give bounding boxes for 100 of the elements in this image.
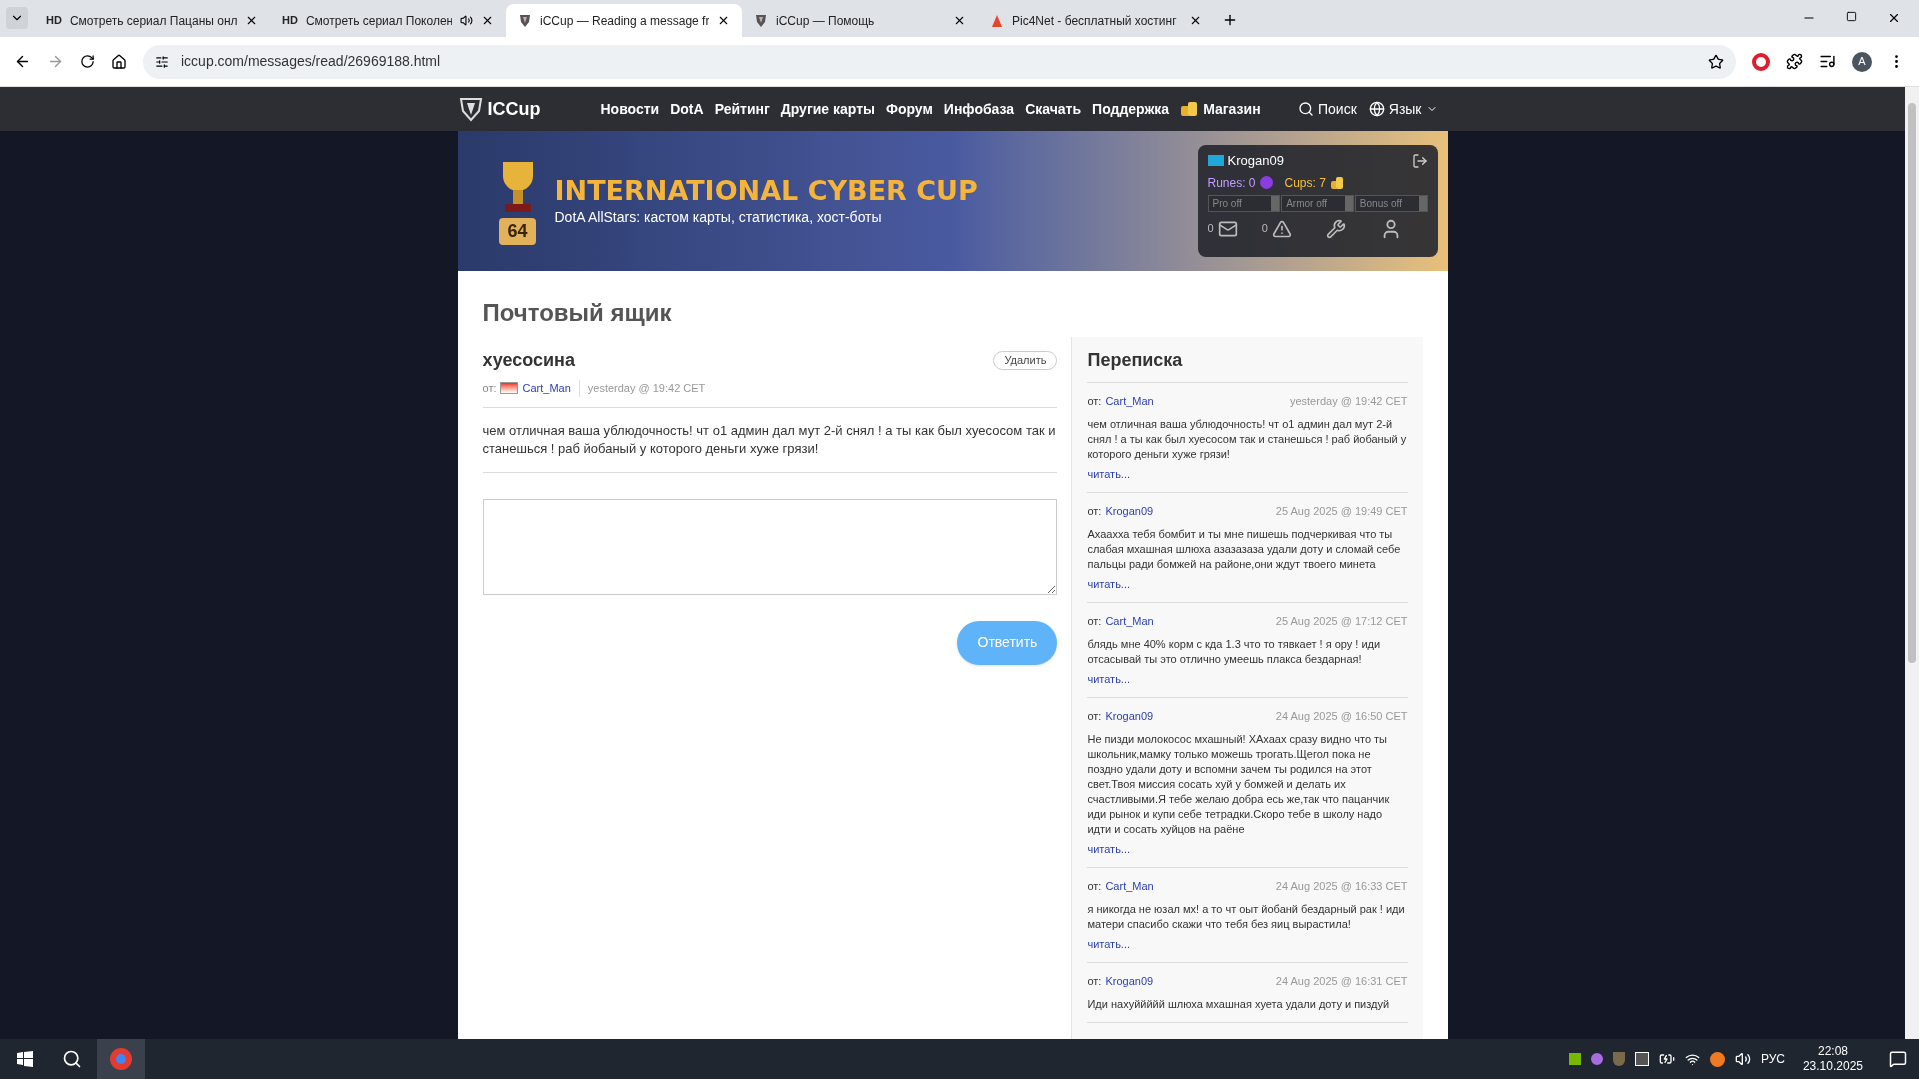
sender-link[interactable]: Cart_Man <box>522 380 571 397</box>
nav-link[interactable]: Поддержка <box>1092 98 1170 120</box>
sender-link[interactable]: Cart_Man <box>1105 393 1154 410</box>
sender-link[interactable]: Cart_Man <box>1105 613 1154 630</box>
from-label: от: <box>482 381 497 396</box>
globe-icon <box>1368 101 1385 117</box>
browser-tab[interactable]: iCCup — Помощь <box>742 4 978 37</box>
language-indicator[interactable]: РУС <box>1760 1050 1785 1068</box>
read-more-link[interactable]: читать... <box>1087 935 1408 952</box>
nav-link[interactable]: Скачать <box>1025 98 1082 120</box>
keyboard-icon[interactable] <box>1634 1052 1649 1066</box>
nav-link[interactable]: DotA <box>670 98 704 120</box>
sender-link[interactable]: Krogan09 <box>1105 503 1154 520</box>
warnings-count: 0 <box>1261 221 1268 237</box>
from-label: от: <box>1087 974 1102 989</box>
shield-icon <box>754 13 768 28</box>
windows-icon[interactable] <box>17 1051 33 1067</box>
wifi-icon[interactable] <box>1684 1051 1700 1067</box>
sender-link[interactable]: Cart_Man <box>1105 878 1154 895</box>
new-tab-icon[interactable] <box>1222 12 1238 28</box>
close-icon[interactable] <box>1189 14 1202 27</box>
close-icon[interactable] <box>717 14 730 27</box>
address-bar[interactable]: iccup.com/messages/read/26969188.html <box>143 44 1736 79</box>
home-icon[interactable] <box>111 53 127 70</box>
message-preview: я никогда не юзал мх! а то чт оыт йобанй бездарный рак ! иди матери спасибо скажи что тебя без яиц вырастила! <box>1087 901 1406 932</box>
bookmark-icon[interactable] <box>1708 53 1724 70</box>
site-settings-icon[interactable] <box>155 54 169 69</box>
volume-icon[interactable] <box>1734 1051 1751 1067</box>
coins-icon <box>1180 101 1199 117</box>
language-button[interactable]: Язык <box>1368 98 1438 120</box>
scrollbar[interactable] <box>1905 87 1919 1039</box>
nav-link[interactable]: Другие карты <box>780 98 875 120</box>
message-time: yesterday @ 19:42 CET <box>1289 394 1408 409</box>
banner-title: INTERNATIONAL CYBER CUP <box>554 173 978 208</box>
close-icon[interactable] <box>953 14 966 27</box>
gpu-icon[interactable] <box>1568 1053 1581 1065</box>
toggle-switch[interactable]: Armor off <box>1281 194 1354 212</box>
browser-tab[interactable]: HD Смотреть сериал Поколен <box>270 4 506 37</box>
clock-time[interactable]: 22:08 <box>1817 1044 1848 1059</box>
notifications-icon[interactable] <box>1889 1050 1907 1068</box>
tab-title: iCCup — Помощь <box>776 12 876 30</box>
coins-icon <box>1329 176 1343 189</box>
browser-tab[interactable]: iCCup — Reading a message fr <box>506 4 742 37</box>
url-text: iccup.com/messages/read/26969188.html <box>181 52 441 71</box>
app-tray-icon[interactable] <box>1709 1051 1725 1067</box>
tab-label: HD <box>46 13 62 29</box>
read-more-link[interactable]: читать... <box>1087 840 1408 857</box>
message-preview: Не пизди молокосос мхашный! ХАхаах сразу видно что ты школьник,мамку только можешь трогать.Щегол пока не поздно удали доту и вспомни зачем ты родился на этот свет.Твоя миссия сосать хуй у бомжей и делать их счастливыми.Я тебе желаю добра есь же,так что пацанчик иди рынок и купи себе тетрадки.Скоро тебе в школу надо идти и сосать хуйцов на раёне <box>1087 731 1391 837</box>
speaker-icon[interactable] <box>460 14 473 27</box>
tab-list-button[interactable] <box>6 7 28 29</box>
read-more-link[interactable]: читать... <box>1087 670 1408 687</box>
clock-date[interactable]: 23.10.2025 <box>1802 1059 1863 1074</box>
nav-link[interactable]: Новости <box>600 98 660 120</box>
wrench-icon[interactable] <box>1325 218 1346 239</box>
close-icon[interactable] <box>481 14 494 27</box>
forward-icon[interactable] <box>47 53 64 70</box>
reply-field[interactable] <box>482 498 1058 595</box>
opera-icon[interactable] <box>1752 52 1770 71</box>
toggle-switch[interactable]: Pro off <box>1207 194 1281 212</box>
flame-icon <box>990 13 1004 28</box>
close-icon[interactable] <box>1887 11 1901 25</box>
browser-tab[interactable]: HD Смотреть сериал Пацаны онл <box>34 4 270 37</box>
profile-avatar[interactable]: A <box>1852 51 1872 72</box>
back-icon[interactable] <box>14 53 31 70</box>
search-icon[interactable] <box>62 1049 82 1069</box>
restore-icon[interactable] <box>1846 11 1857 22</box>
read-more-link[interactable]: читать... <box>1087 575 1408 592</box>
shield-icon[interactable] <box>1612 1052 1625 1066</box>
tab-title: iCCup — Reading a message fr <box>540 12 709 30</box>
warning-icon[interactable] <box>1271 218 1292 239</box>
reload-icon[interactable] <box>80 54 95 69</box>
nav-link[interactable]: Инфобаза <box>943 98 1015 120</box>
page-title: Почтовый ящик <box>482 298 673 328</box>
shield-icon <box>518 13 532 28</box>
read-more-link[interactable]: читать... <box>1087 465 1408 482</box>
sender-link[interactable]: Krogan09 <box>1105 973 1154 990</box>
message-preview: чем отличная ваша ублюдочность! чт о1 админ дал мут 2-й снял ! а ты как был хуесосом так и станешься ! раб йобаный у которого деньги хуже грязи! <box>1087 416 1408 462</box>
from-label: от: <box>1087 879 1102 894</box>
search-button[interactable]: Поиск <box>1298 98 1357 120</box>
from-label: от: <box>1087 709 1102 724</box>
nav-link[interactable]: Форум <box>886 98 933 120</box>
message-time: 25 Aug 2025 @ 17:12 CET <box>1275 614 1408 629</box>
media-icon[interactable] <box>1819 53 1836 70</box>
shop-link[interactable]: Магазин <box>1203 98 1261 120</box>
close-icon[interactable] <box>245 14 258 27</box>
message-time: 24 Aug 2025 @ 16:50 CET <box>1275 709 1408 724</box>
message-body: чем отличная ваша ублюдочность! чт о1 админ дал мут 2-й снял ! а ты как был хуесосом так и станешься ! раб йобаный у которого деньги хуже грязи! <box>482 407 1058 473</box>
battery-icon[interactable] <box>1658 1051 1675 1067</box>
from-label: от: <box>1087 614 1102 629</box>
logout-icon[interactable] <box>1411 152 1428 169</box>
sender-link[interactable]: Krogan09 <box>1105 708 1154 725</box>
nav-link[interactable]: Рейтинг <box>714 98 770 120</box>
toggle-switch[interactable]: Bonus off <box>1354 194 1428 212</box>
browser-tab[interactable]: Pic4Net - бесплатный хостинг <box>978 4 1214 37</box>
shield-logo-icon <box>457 96 484 122</box>
site-logo[interactable]: ICCup <box>487 95 541 123</box>
chrome-taskbar-icon[interactable] <box>97 1039 145 1079</box>
extensions-icon[interactable] <box>1786 53 1803 70</box>
username[interactable]: Krogan09 <box>1227 151 1284 171</box>
message-time: 25 Aug 2025 @ 19:49 CET <box>1275 504 1408 519</box>
